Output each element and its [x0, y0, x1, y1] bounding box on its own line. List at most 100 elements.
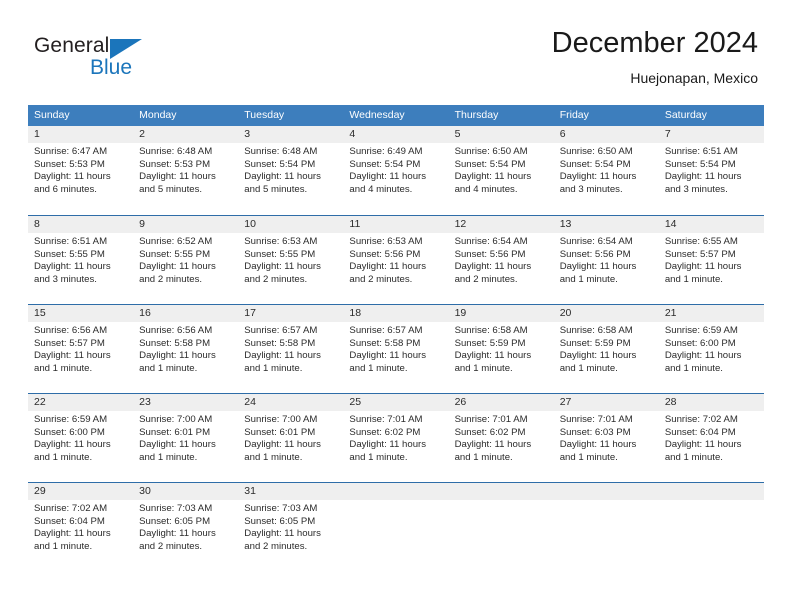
- daylight-text: Daylight: 11 hours and 1 minute.: [34, 439, 111, 464]
- day-cell[interactable]: 22 Sunrise: 6:59 AM Sunset: 6:00 PM Dayligh…: [28, 394, 134, 482]
- day-cell[interactable]: 15 Sunrise: 6:56 AM Sunset: 5:57 PM Dayligh…: [28, 305, 134, 393]
- day-cell[interactable]: 3 Sunrise: 6:48 AM Sunset: 5:54 PM Daylight…: [238, 126, 344, 215]
- day-details: Sunrise: 6:51 AM Sunset: 5:55 PM Daylight:…: [28, 233, 133, 287]
- sunrise-text: Sunrise: 6:49 AM: [349, 146, 423, 157]
- day-cell[interactable]: 17 Sunrise: 6:57 AM Sunset: 5:58 PM Dayligh…: [238, 305, 344, 393]
- day-details: Sunrise: 7:03 AM Sunset: 6:05 PM Daylight:…: [133, 500, 238, 554]
- sunrise-text: Sunrise: 7:03 AM: [139, 503, 213, 514]
- day-cell-empty[interactable]: [448, 483, 554, 571]
- day-cell[interactable]: 26 Sunrise: 7:01 AM Sunset: 6:02 PM Dayligh…: [448, 394, 554, 482]
- daylight-text: Daylight: 11 hours and 1 minute.: [34, 350, 111, 375]
- day-details: Sunrise: 6:55 AM Sunset: 5:57 PM Daylight:…: [659, 233, 764, 287]
- day-cell[interactable]: 30 Sunrise: 7:03 AM Sunset: 6:05 PM Dayligh…: [133, 483, 239, 571]
- day-number: 9: [133, 216, 239, 233]
- day-cell[interactable]: 9 Sunrise: 6:52 AM Sunset: 5:55 PM Daylight…: [133, 216, 239, 304]
- day-cell[interactable]: 21 Sunrise: 6:59 AM Sunset: 6:00 PM Dayligh…: [658, 305, 764, 393]
- sunrise-text: Sunrise: 6:53 AM: [349, 236, 423, 247]
- sunset-text: Sunset: 6:04 PM: [664, 426, 736, 438]
- day-cell[interactable]: 28 Sunrise: 7:02 AM Sunset: 6:04 PM Dayligh…: [658, 394, 764, 482]
- sunset-text: Sunset: 5:55 PM: [34, 248, 105, 260]
- day-cell[interactable]: 10 Sunrise: 6:53 AM Sunset: 5:55 PM Dayligh…: [238, 216, 344, 304]
- sunset-text: Sunset: 5:56 PM: [349, 248, 421, 260]
- daylight-text: Daylight: 11 hours and 4 minutes.: [349, 171, 427, 196]
- day-number: 26: [448, 394, 554, 411]
- sunrise-text: Sunrise: 7:00 AM: [244, 414, 318, 425]
- sunset-text: Sunset: 5:58 PM: [349, 337, 421, 349]
- day-cell[interactable]: 13 Sunrise: 6:54 AM Sunset: 5:56 PM Dayligh…: [553, 216, 659, 304]
- day-details: Sunrise: 6:48 AM Sunset: 5:53 PM Daylight:…: [133, 143, 238, 197]
- day-cell[interactable]: 11 Sunrise: 6:53 AM Sunset: 5:56 PM Dayligh…: [343, 216, 449, 304]
- sunset-text: Sunset: 5:55 PM: [139, 248, 211, 260]
- day-details: Sunrise: 6:48 AM Sunset: 5:54 PM Daylight:…: [238, 143, 343, 197]
- day-cell[interactable]: 8 Sunrise: 6:51 AM Sunset: 5:55 PM Daylight…: [28, 216, 134, 304]
- weekday-header-thursday: Thursday: [454, 109, 499, 121]
- day-number: 21: [658, 305, 764, 322]
- day-cell[interactable]: 27 Sunrise: 7:01 AM Sunset: 6:03 PM Dayligh…: [553, 394, 659, 482]
- daylight-text: Daylight: 11 hours and 2 minutes.: [454, 261, 532, 286]
- sunrise-text: Sunrise: 6:51 AM: [34, 236, 108, 247]
- day-cell[interactable]: 2 Sunrise: 6:48 AM Sunset: 5:53 PM Daylight…: [133, 126, 239, 215]
- day-cell[interactable]: 12 Sunrise: 6:54 AM Sunset: 5:56 PM Dayligh…: [448, 216, 554, 304]
- daylight-text: Daylight: 11 hours and 1 minute.: [454, 350, 532, 375]
- sunrise-text: Sunrise: 6:48 AM: [139, 146, 213, 157]
- day-number: 15: [28, 305, 134, 322]
- day-cell[interactable]: 4 Sunrise: 6:49 AM Sunset: 5:54 PM Daylight…: [343, 126, 449, 215]
- daylight-text: Daylight: 11 hours and 1 minute.: [349, 439, 427, 464]
- sunrise-text: Sunrise: 6:54 AM: [454, 236, 528, 247]
- day-cell[interactable]: 18 Sunrise: 6:57 AM Sunset: 5:58 PM Dayligh…: [343, 305, 449, 393]
- day-details: Sunrise: 6:53 AM Sunset: 5:56 PM Daylight:…: [343, 233, 448, 287]
- day-cell[interactable]: 14 Sunrise: 6:55 AM Sunset: 5:57 PM Dayligh…: [658, 216, 764, 304]
- day-cell[interactable]: 16 Sunrise: 6:56 AM Sunset: 5:58 PM Dayligh…: [133, 305, 239, 393]
- sunrise-text: Sunrise: 6:55 AM: [664, 236, 738, 247]
- day-details: Sunrise: 6:53 AM Sunset: 5:55 PM Daylight:…: [238, 233, 343, 287]
- day-details: Sunrise: 6:57 AM Sunset: 5:58 PM Daylight:…: [238, 322, 343, 376]
- day-cell[interactable]: 6 Sunrise: 6:50 AM Sunset: 5:54 PM Daylight…: [553, 126, 659, 215]
- daylight-text: Daylight: 11 hours and 1 minute.: [139, 439, 216, 464]
- sunset-text: Sunset: 6:01 PM: [244, 426, 316, 438]
- day-cell[interactable]: 20 Sunrise: 6:58 AM Sunset: 5:59 PM Dayligh…: [553, 305, 659, 393]
- sunset-text: Sunset: 5:55 PM: [244, 248, 316, 260]
- day-cell[interactable]: 23 Sunrise: 7:00 AM Sunset: 6:01 PM Dayligh…: [133, 394, 239, 482]
- sunset-text: Sunset: 5:54 PM: [244, 158, 316, 170]
- day-cell[interactable]: 5 Sunrise: 6:50 AM Sunset: 5:54 PM Daylight…: [448, 126, 554, 215]
- day-details: Sunrise: 7:00 AM Sunset: 6:01 PM Daylight:…: [133, 411, 238, 465]
- day-cell[interactable]: 25 Sunrise: 7:01 AM Sunset: 6:02 PM Dayligh…: [343, 394, 449, 482]
- day-cell[interactable]: 31 Sunrise: 7:03 AM Sunset: 6:05 PM Dayligh…: [238, 483, 344, 571]
- day-cell[interactable]: 7 Sunrise: 6:51 AM Sunset: 5:54 PM Daylight…: [658, 126, 764, 215]
- sunset-text: Sunset: 5:59 PM: [559, 337, 631, 349]
- day-cell-empty[interactable]: [553, 483, 659, 571]
- week-row: 22 Sunrise: 6:59 AM Sunset: 6:00 PM Dayligh…: [28, 393, 764, 482]
- day-details: Sunrise: 6:56 AM Sunset: 5:58 PM Daylight:…: [133, 322, 238, 376]
- logo-text-general: General: [34, 34, 110, 57]
- day-cell-empty[interactable]: [658, 483, 764, 571]
- day-number: 28: [658, 394, 764, 411]
- day-number: 31: [238, 483, 344, 500]
- logo-text-blue: Blue: [90, 56, 133, 79]
- general-blue-logo[interactable]: General Blue: [34, 34, 214, 86]
- day-number: 7: [658, 126, 764, 143]
- sunset-text: Sunset: 6:05 PM: [244, 515, 316, 527]
- day-cell[interactable]: 24 Sunrise: 7:00 AM Sunset: 6:01 PM Dayligh…: [238, 394, 344, 482]
- day-cell[interactable]: 29 Sunrise: 7:02 AM Sunset: 6:04 PM Dayligh…: [28, 483, 134, 571]
- daylight-text: Daylight: 11 hours and 1 minute.: [244, 350, 321, 375]
- day-cell-empty[interactable]: [343, 483, 449, 571]
- day-details: Sunrise: 7:02 AM Sunset: 6:04 PM Daylight:…: [659, 411, 764, 465]
- day-number: 22: [28, 394, 134, 411]
- day-details: [554, 500, 659, 503]
- calendar-grid: Sunday Monday Tuesday Wednesday Thursday Frid…: [28, 105, 764, 571]
- day-number: 14: [658, 216, 764, 233]
- day-cell[interactable]: 1 Sunrise: 6:47 AM Sunset: 5:53 PM Daylight…: [28, 126, 134, 215]
- daylight-text: Daylight: 11 hours and 1 minute.: [664, 261, 742, 286]
- day-details: Sunrise: 6:54 AM Sunset: 5:56 PM Daylight:…: [449, 233, 554, 287]
- sunset-text: Sunset: 5:58 PM: [244, 337, 316, 349]
- sunset-text: Sunset: 5:54 PM: [664, 158, 736, 170]
- sunrise-text: Sunrise: 7:00 AM: [139, 414, 213, 425]
- week-row: 8 Sunrise: 6:51 AM Sunset: 5:55 PM Daylight…: [28, 215, 764, 304]
- daylight-text: Daylight: 11 hours and 4 minutes.: [454, 171, 532, 196]
- day-details: Sunrise: 6:54 AM Sunset: 5:56 PM Daylight:…: [554, 233, 659, 287]
- daylight-text: Daylight: 11 hours and 3 minutes.: [559, 171, 637, 196]
- sunrise-text: Sunrise: 6:53 AM: [244, 236, 318, 247]
- sunrise-text: Sunrise: 7:01 AM: [559, 414, 633, 425]
- day-details: [343, 500, 448, 503]
- day-cell[interactable]: 19 Sunrise: 6:58 AM Sunset: 5:59 PM Dayligh…: [448, 305, 554, 393]
